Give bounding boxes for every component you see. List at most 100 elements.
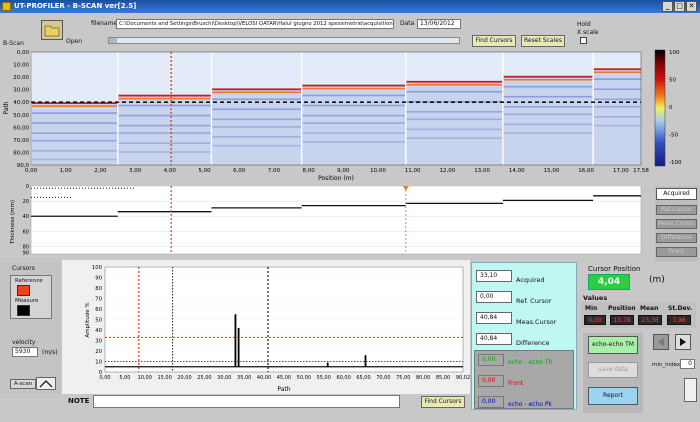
reference-color-swatch[interactable]	[17, 285, 30, 296]
bscan-x-tick: 0,00	[25, 168, 38, 174]
thickness-y-tick: 0	[26, 184, 29, 190]
velocity-label: velocity	[12, 339, 36, 346]
ascan-y-tick: 80	[95, 286, 102, 292]
thickness-y-tick: 90	[23, 250, 29, 256]
close-button[interactable]: ✕	[686, 1, 697, 12]
bscan-y-label: Path	[3, 101, 10, 114]
bscan-echo-band	[211, 88, 302, 91]
ascan-toggle-button[interactable]	[36, 377, 56, 390]
series-ref-cursor-button[interactable]: Ref.Cursor	[656, 205, 697, 215]
filename-field[interactable]: C:\Documents and Settings\Bruschi\Deskto…	[116, 19, 394, 29]
velocity-input[interactable]: 5930	[12, 347, 38, 357]
bscan-x-tick: 13,00	[474, 168, 490, 174]
bscan-echo-band	[502, 95, 594, 98]
actions-group: echo-echo TM save data Report	[583, 333, 643, 413]
series-meas-cursor-button[interactable]: Meas.Cursor	[656, 219, 697, 229]
bscan-x-tick: 6,00	[233, 168, 246, 174]
stats-header-stdev: St.Dev.	[668, 305, 693, 312]
position-scrollbar[interactable]	[108, 37, 460, 44]
bscan-echo-band	[31, 105, 118, 107]
bscan-echo-band	[31, 158, 118, 161]
bscan-chart: 0,00 10,00 20,00 30,00 40,00 50,00 60,00 70,00 8…	[3, 49, 682, 182]
ascan-x-tick: 35,00	[237, 375, 251, 381]
cursors-panel: Cursors Reference Measure velocity 5930 …	[0, 262, 62, 394]
thickness-y-tick: 40	[23, 214, 29, 220]
stats-header-mean: Mean	[640, 305, 659, 312]
bscan-echo-band	[593, 98, 641, 101]
cursor-position-title: Cursor Position	[588, 265, 641, 273]
open-folder-button[interactable]	[41, 20, 63, 40]
echo-echo-tm-button[interactable]: echo-echo TM	[588, 336, 638, 354]
bscan-echo-band	[301, 141, 406, 143]
save-data-button[interactable]: save data	[588, 362, 638, 378]
bscan-x-tick: 16,00	[578, 168, 594, 174]
ascan-x-tick: 75,00	[396, 375, 410, 381]
ascan-y-tick: 20	[95, 349, 102, 355]
bscan-echo-band	[301, 114, 406, 117]
bscan-echo-band	[211, 144, 302, 147]
note-input[interactable]	[93, 395, 400, 408]
scrollbar-thumb[interactable]	[109, 38, 117, 43]
min-index-input[interactable]: 0	[680, 359, 695, 369]
bscan-echo-band	[502, 75, 594, 78]
bscan-y-tick: 70,00	[13, 138, 29, 144]
series-difference-button[interactable]: Difference	[656, 233, 697, 243]
triangle-right-icon	[680, 338, 686, 346]
bscan-echo-band	[31, 112, 118, 114]
measure-color-swatch[interactable]	[17, 305, 30, 316]
ascan-x-tick: 5,00	[119, 375, 130, 381]
ascan-y-tick: 70	[95, 297, 102, 303]
stats-header-position: Position	[608, 305, 636, 312]
find-cursors-button-bottom[interactable]: Find Cursors	[421, 396, 465, 408]
report-button[interactable]: Report	[588, 387, 638, 405]
bscan-echo-band	[211, 126, 302, 128]
ascan-x-tick: 30,00	[217, 375, 231, 381]
app-icon	[2, 2, 11, 11]
bscan-segment-top	[31, 52, 118, 103]
minimize-button[interactable]: _	[662, 1, 673, 12]
bscan-echo-band	[31, 122, 118, 124]
stats-min-value: 0,00	[584, 315, 606, 325]
stats-table: Min Position Mean St.Dev. 0,00 10,78 23,…	[581, 302, 696, 328]
xscale-label: X scale	[577, 29, 599, 36]
title-bar: UT-PROFILER - B-SCAN ver[2.5] _ □ ✕	[0, 0, 700, 13]
bscan-echo-band	[301, 87, 406, 90]
series-front-button[interactable]: Front	[656, 247, 697, 257]
bscan-echo-band	[117, 124, 212, 127]
data-label: Data	[400, 20, 415, 27]
prev-index-button[interactable]	[653, 334, 669, 350]
vertical-slider[interactable]	[684, 378, 697, 402]
ascan-chart: 10090807060504030201000,00 5,00 10,00 15,00…	[62, 260, 470, 394]
hold-xscale-checkbox[interactable]	[580, 37, 587, 44]
series-acquired-button[interactable]: Acquired	[656, 188, 697, 200]
folder-icon	[44, 25, 60, 37]
date-field[interactable]: 13/06/2012	[417, 19, 461, 29]
colorbar-tick: -50	[669, 133, 678, 139]
bscan-echo-band	[211, 91, 302, 94]
bscan-echo-band	[211, 108, 302, 111]
thickness-chart: 02040608090 Thickness (mm)	[10, 184, 642, 256]
bscan-x-tick: 2,00	[94, 168, 107, 174]
ascan-x-tick: 60,00	[336, 375, 350, 381]
colorbar-scale	[654, 49, 666, 167]
bscan-echo-band	[31, 132, 118, 134]
ascan-x-tick: 0,00	[99, 375, 110, 381]
maximize-button[interactable]: □	[674, 1, 685, 12]
thickness-y-label: Thickness (mm)	[10, 200, 16, 245]
ascan-mode-label[interactable]: A-scan	[10, 379, 36, 389]
bscan-y-tick: 0,00	[17, 50, 30, 56]
bscan-echo-band	[405, 128, 503, 131]
bscan-x-tick: 17,00	[613, 168, 629, 174]
ascan-y-tick: 100	[92, 265, 103, 271]
meas-cursor-label: Meas.Cursor	[516, 318, 557, 326]
next-index-button[interactable]	[675, 334, 691, 350]
ascan-x-tick: 25,00	[197, 375, 211, 381]
bscan-echo-band	[117, 151, 212, 153]
bscan-x-tick: 17,58	[633, 168, 649, 174]
acquired-label: Acquired	[516, 276, 545, 284]
thickness-plot-area[interactable]	[30, 185, 642, 255]
bscan-x-tick: 8,00	[302, 168, 315, 174]
echo-results: 0,00 echo - echo Th 0,00 Front 0,00 echo…	[474, 350, 574, 409]
ascan-y-tick: 40	[95, 328, 102, 334]
bscan-y-tick: 40,00	[13, 100, 29, 106]
